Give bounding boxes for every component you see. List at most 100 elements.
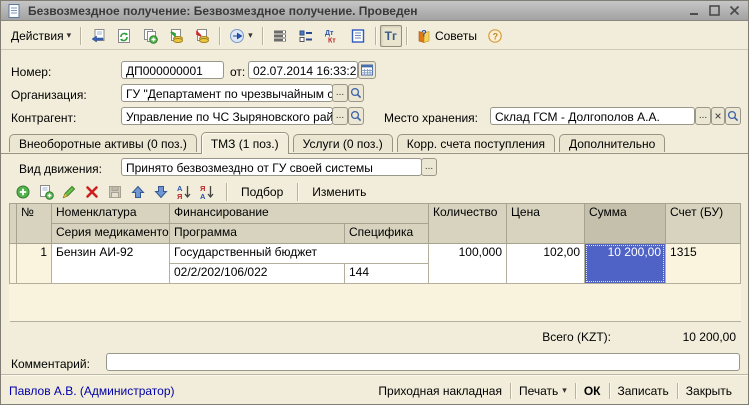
cell-nomenclature[interactable]: Бензин АИ-92 — [52, 244, 170, 284]
close-form-button[interactable]: Закрыть — [678, 384, 740, 398]
tab-corr-accounts[interactable]: Корр. счета поступления — [397, 134, 555, 152]
save-button[interactable]: Записать — [610, 384, 677, 398]
tab-strip: Внеоборотные активы (0 поз.) ТМЗ (1 поз.… — [9, 132, 665, 154]
svg-text:?: ? — [493, 31, 499, 41]
edit-row-button[interactable] — [61, 184, 77, 200]
maximize-button[interactable] — [709, 5, 720, 16]
storage-field[interactable]: Склад ГСМ - Долгополов А.А. — [490, 107, 695, 125]
organization-label: Организация: — [11, 86, 87, 104]
table-toolbar: А Я Я А Подбор Изменить — [15, 181, 369, 202]
minimize-button[interactable] — [689, 5, 700, 16]
delete-icon — [84, 184, 100, 200]
print-button[interactable]: Печать ▾ — [511, 384, 575, 398]
move-up-button[interactable] — [130, 184, 146, 200]
svg-text:Я: Я — [177, 192, 182, 200]
tab-noncurrent-assets[interactable]: Внеоборотные активы (0 поз.) — [9, 134, 197, 152]
comment-field[interactable] — [106, 353, 740, 371]
organization-field[interactable]: ГУ "Департамент по чрезвычайным ситуа — [121, 84, 333, 102]
post-document-icon — [168, 28, 184, 44]
col-header-account: Счет (БУ) — [666, 204, 741, 244]
add-row-button[interactable] — [15, 184, 31, 200]
counterparty-label: Контрагент: — [11, 109, 76, 127]
col-header-price: Цена — [507, 204, 585, 244]
cell-financing[interactable]: Государственный бюджет — [170, 244, 429, 264]
col-header-num: № — [17, 204, 52, 244]
date-field[interactable]: 02.07.2014 16:33:25 — [248, 61, 358, 79]
organization-select-button[interactable]: ... — [332, 84, 348, 102]
toolbar-separator — [80, 27, 81, 45]
font-toggle-button[interactable]: Тг — [380, 25, 402, 47]
list-settings-icon — [298, 28, 314, 44]
post-document-button[interactable] — [163, 25, 189, 47]
calendar-icon — [361, 64, 373, 76]
window-title: Безвозмездное получение: Безвозмездное п… — [28, 4, 683, 18]
col-header-program: Программа — [170, 224, 345, 244]
organization-lookup-button[interactable] — [348, 84, 364, 102]
change-button[interactable]: Изменить — [309, 185, 369, 199]
actions-menu-button[interactable]: Действия ▾ — [6, 25, 76, 47]
search-icon — [350, 110, 362, 122]
counterparty-lookup-button[interactable] — [348, 107, 364, 125]
copy-document-button[interactable] — [137, 25, 163, 47]
sort-ascending-icon: А Я — [176, 184, 192, 200]
col-header-specifics: Специфика — [345, 224, 429, 244]
titlebar[interactable]: Безвозмездное получение: Безвозмездное п… — [1, 1, 748, 21]
total-value: 10 200,00 — [615, 330, 736, 344]
go-to-button[interactable]: ▾ — [224, 25, 258, 47]
tab-tmz[interactable]: ТМЗ (1 поз.) — [201, 132, 289, 154]
search-icon — [727, 110, 739, 122]
pick-button[interactable]: Подбор — [238, 185, 286, 199]
calendar-button[interactable] — [358, 61, 376, 79]
move-down-button[interactable] — [153, 184, 169, 200]
sort-descending-button[interactable]: Я А — [199, 184, 215, 200]
sort-ascending-button[interactable]: А Я — [176, 184, 192, 200]
help-button[interactable]: ? — [482, 25, 508, 47]
reread-button[interactable] — [85, 25, 111, 47]
actions-menu-label: Действия — [11, 29, 64, 43]
storage-clear-button[interactable]: × — [711, 107, 725, 125]
svg-text:?: ? — [421, 28, 427, 38]
cell-quantity[interactable]: 100,000 — [429, 244, 507, 284]
tips-button[interactable]: ? Советы — [411, 25, 482, 47]
end-edit-button[interactable] — [107, 184, 123, 200]
unpost-document-button[interactable] — [189, 25, 215, 47]
counterparty-field[interactable]: Управление по ЧС Зыряновского района — [121, 107, 333, 125]
cell-sum-selected[interactable]: 10 200,00 — [585, 244, 666, 284]
storage-select-button[interactable]: ... — [695, 107, 711, 125]
cell-specifics[interactable]: 144 — [345, 264, 429, 284]
counterparty-select-button[interactable]: ... — [332, 107, 348, 125]
postings-dtkt-button[interactable]: Дт Кт — [319, 25, 345, 47]
refresh-button[interactable] — [111, 25, 137, 47]
storage-lookup-button[interactable] — [725, 107, 741, 125]
close-button[interactable] — [729, 5, 740, 16]
col-header-quantity: Количество — [429, 204, 507, 244]
ok-button[interactable]: ОК — [576, 384, 609, 398]
chevron-down-icon: ▾ — [562, 386, 567, 395]
toolbar-separator — [297, 183, 298, 201]
row-marker-cell[interactable] — [10, 244, 17, 284]
incoming-invoice-button[interactable]: Приходная накладная — [370, 384, 510, 398]
movement-kind-field[interactable]: Принято безвозмездно от ГУ своей системы — [121, 158, 422, 176]
report-button[interactable] — [345, 25, 371, 47]
cell-num[interactable]: 1 — [17, 244, 52, 284]
cell-program[interactable]: 02/2/202/106/022 — [170, 264, 345, 284]
tab-services[interactable]: Услуги (0 поз.) — [293, 134, 393, 152]
footer-divider — [1, 374, 748, 375]
document-structure-button[interactable] — [267, 25, 293, 47]
current-user: Павлов А.В. (Администратор) — [9, 384, 370, 398]
list-settings-button[interactable] — [293, 25, 319, 47]
copy-row-button[interactable] — [38, 184, 54, 200]
movement-kind-select-button[interactable]: ... — [421, 158, 437, 176]
go-to-icon — [229, 28, 245, 44]
cell-price[interactable]: 102,00 — [507, 244, 585, 284]
cell-account[interactable]: 1315 — [666, 244, 741, 284]
number-field[interactable]: ДП000000001 — [121, 61, 224, 79]
total-label: Всего (KZT): — [431, 330, 611, 344]
number-label: Номер: — [11, 63, 51, 81]
row-marker-header — [10, 204, 17, 244]
delete-row-button[interactable] — [84, 184, 100, 200]
print-label: Печать — [519, 384, 558, 398]
reread-icon — [90, 28, 106, 44]
tab-additional[interactable]: Дополнительно — [559, 134, 665, 152]
document-structure-icon — [272, 28, 288, 44]
